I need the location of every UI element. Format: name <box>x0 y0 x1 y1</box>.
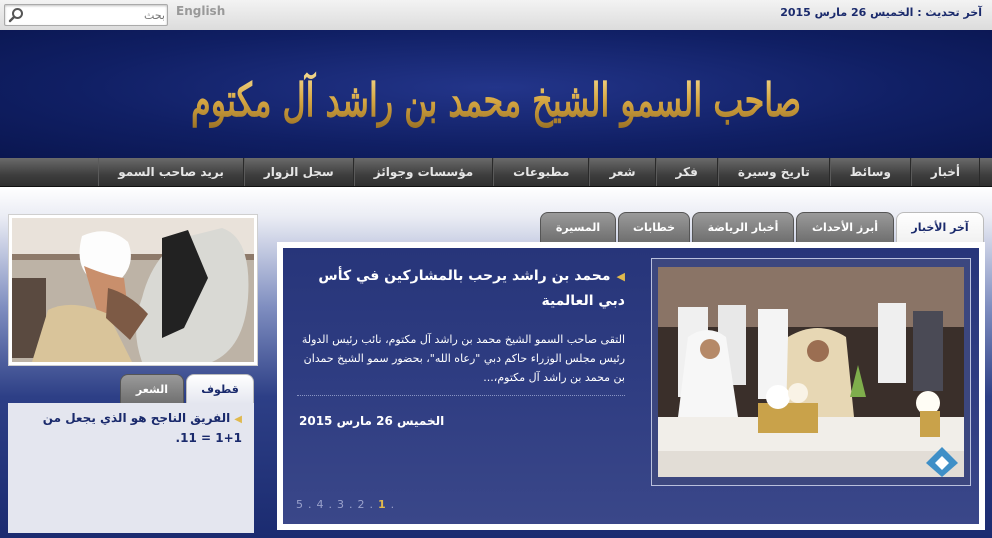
tab-highlights[interactable]: أبرز الأحداث <box>796 212 894 242</box>
side-tab-quotes[interactable]: قطوف <box>186 374 254 404</box>
pager-page-2[interactable]: 2 <box>357 498 366 511</box>
nav-item-5[interactable]: شعر <box>589 158 656 186</box>
last-updated-label: آخر تحديث : <box>917 6 982 19</box>
featured-news-image[interactable] <box>658 267 964 477</box>
featured-news-panel: ◀محمد بن راشد يرحب بالمشاركين في كأس دبي… <box>277 242 985 530</box>
pager-page-1[interactable]: 1 <box>377 498 387 511</box>
featured-news-image-frame[interactable] <box>651 258 971 486</box>
calligraphy-title: صاحب السمو الشيخ محمد بن راشد آل مكتوم <box>191 71 801 128</box>
side-photo-horse[interactable] <box>8 214 258 366</box>
nav-item-2[interactable]: وسائط <box>829 158 911 186</box>
search-box[interactable] <box>4 4 168 26</box>
bullet-arrow-icon: ◀ <box>616 270 625 283</box>
side-tab-poetry[interactable]: الشعر <box>120 374 184 404</box>
tab-latest-news[interactable]: آخر الأخبار <box>896 212 984 242</box>
pager-separator: . <box>369 498 374 511</box>
bullet-arrow-icon: ◀ <box>234 414 242 425</box>
featured-news-inner: ◀محمد بن راشد يرحب بالمشاركين في كأس دبي… <box>283 248 979 524</box>
nav-item-6[interactable]: مطبوعات <box>493 158 590 186</box>
featured-news-summary: التقى صاحب السمو الشيخ محمد بن راشد آل م… <box>297 330 625 396</box>
tab-speeches[interactable]: خطابات <box>618 212 690 242</box>
pager-separator: . <box>349 498 353 511</box>
nav-item-9[interactable]: بريد صاحب السمو <box>98 158 244 186</box>
search-icon[interactable] <box>7 6 25 24</box>
main-nav: أخبار وسائط تاريخ وسيرة فكر شعر مطبوعات مؤسسات… <box>0 158 992 187</box>
last-updated-date: الخميس 26 مارس 2015 <box>780 6 914 19</box>
site-header: صاحب السمو الشيخ محمد بن راشد آل مكتوم <box>0 30 992 161</box>
search-input[interactable] <box>27 6 167 24</box>
pager-separator: . <box>390 498 395 511</box>
nav-item-8[interactable]: سجل الزوار <box>243 158 354 186</box>
quote-item[interactable]: ◀الفريق الناجح هو الذي يجعل من 1+1 = 11. <box>20 409 242 447</box>
nav-item-3[interactable]: تاريخ وسيرة <box>717 158 830 186</box>
tab-sports-news[interactable]: أخبار الرياضة <box>692 212 794 242</box>
pager-page-3[interactable]: 3 <box>336 498 345 511</box>
nav-item-7[interactable]: مؤسسات وجوائز <box>353 158 494 186</box>
news-pager: 5.4.3.2.1. <box>295 498 395 511</box>
pager-separator: . <box>328 498 333 511</box>
tab-biography[interactable]: المسيرة <box>540 212 616 242</box>
nav-item-4[interactable]: فكر <box>655 158 718 186</box>
featured-news-title-row[interactable]: ◀محمد بن راشد يرحب بالمشاركين في كأس دبي… <box>297 264 625 314</box>
language-switch-link[interactable]: English <box>176 4 225 18</box>
pager-page-4[interactable]: 4 <box>316 498 325 511</box>
nav-item-1[interactable]: أخبار <box>910 158 980 186</box>
side-tabs: الشعر قطوف <box>120 374 254 404</box>
pager-separator: . <box>308 498 312 511</box>
last-updated: آخر تحديث : الخميس 26 مارس 2015 <box>780 6 982 19</box>
news-tabs: المسيرة خطابات أخبار الرياضة أبرز الأحدا… <box>540 212 984 242</box>
quote-text: الفريق الناجح هو الذي يجعل من 1+1 = 11. <box>42 411 242 445</box>
top-bar: English آخر تحديث : الخميس 26 مارس 2015 <box>0 0 992 30</box>
pager-page-5[interactable]: 5 <box>295 498 304 511</box>
featured-news-text: ◀محمد بن راشد يرحب بالمشاركين في كأس دبي… <box>297 264 625 396</box>
featured-news-date: الخميس 26 مارس 2015 <box>299 414 445 428</box>
quotes-panel: ◀الفريق الناجح هو الذي يجعل من 1+1 = 11. <box>8 403 254 533</box>
featured-news-title[interactable]: محمد بن راشد يرحب بالمشاركين في كأس دبي … <box>318 268 625 309</box>
calligraphy-banner[interactable]: صاحب السمو الشيخ محمد بن راشد آل مكتوم <box>0 30 992 158</box>
